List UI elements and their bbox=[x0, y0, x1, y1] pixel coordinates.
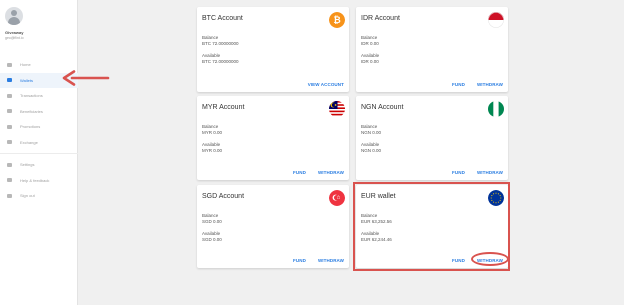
avatar[interactable] bbox=[5, 7, 23, 25]
sidebar-item-promotions[interactable]: Promotions bbox=[0, 119, 78, 135]
available-value: NGN 0.00 bbox=[361, 148, 382, 153]
sidebar-item-beneficiaries[interactable]: Beneficiaries bbox=[0, 104, 78, 120]
withdraw-button[interactable]: WITHDRAW bbox=[318, 170, 344, 175]
withdraw-button[interactable]: WITHDRAW bbox=[477, 170, 503, 175]
balance-label: Balance bbox=[361, 35, 378, 40]
sidebar-item-label: Transactions bbox=[20, 93, 43, 99]
sidebar-item-label: Wallets bbox=[20, 77, 33, 83]
sgd-account-card: SGD Account Balance SGD 0.00 Available S… bbox=[197, 185, 349, 268]
card-title: MYR Account bbox=[202, 104, 245, 111]
sidebar-item-label: Home bbox=[20, 62, 31, 68]
fund-button[interactable]: FUND bbox=[452, 82, 465, 87]
sidebar: Giveaway geo@flint.io Home Wallets Trans… bbox=[0, 0, 78, 305]
sign-out-icon bbox=[6, 193, 12, 199]
sidebar-item-label: Settings bbox=[20, 162, 35, 168]
balance-value: IDR 0.00 bbox=[361, 41, 379, 46]
svg-text:₿: ₿ bbox=[333, 15, 340, 25]
balance-label: Balance bbox=[202, 213, 219, 218]
balance-value: BTC 72.00000000 bbox=[202, 41, 239, 46]
gear-icon bbox=[6, 162, 12, 168]
card-actions: VIEW ACCOUNT bbox=[308, 82, 344, 87]
indonesia-flag-icon bbox=[488, 12, 504, 28]
available-value: BTC 72.00000000 bbox=[202, 59, 239, 64]
sidebar-item-sign-out[interactable]: Sign out bbox=[0, 188, 78, 204]
idr-account-card: IDR Account Balance IDR 0.00 Available I… bbox=[356, 7, 508, 92]
available-value: MYR 0.00 bbox=[202, 148, 223, 153]
card-title: SGD Account bbox=[202, 193, 245, 200]
btc-account-card: BTC Account ₿ Balance BTC 72.00000000 Av… bbox=[197, 7, 349, 92]
available-label: Available bbox=[202, 231, 221, 236]
view-account-button[interactable]: VIEW ACCOUNT bbox=[308, 82, 344, 87]
sidebar-item-label: Promotions bbox=[20, 124, 41, 130]
transactions-icon bbox=[6, 93, 12, 99]
beneficiaries-icon bbox=[6, 108, 12, 114]
promotions-icon bbox=[6, 124, 12, 130]
card-actions: FUND WITHDRAW bbox=[452, 170, 503, 175]
sidebar-item-help[interactable]: Help & feedback bbox=[0, 173, 78, 189]
singapore-flag-icon bbox=[329, 190, 345, 206]
user-name: Giveaway bbox=[5, 30, 24, 35]
available-label: Available bbox=[202, 142, 221, 147]
available-label: Available bbox=[202, 53, 221, 58]
sidebar-item-transactions[interactable]: Transactions bbox=[0, 88, 78, 104]
available-label: Available bbox=[361, 142, 380, 147]
user-email: geo@flint.io bbox=[5, 36, 24, 40]
balance-label: Balance bbox=[202, 35, 219, 40]
annotation-arrow bbox=[62, 70, 110, 86]
annotation-highlight-oval bbox=[471, 252, 509, 266]
sidebar-divider bbox=[0, 153, 78, 154]
card-actions: FUND WITHDRAW bbox=[293, 170, 344, 175]
bitcoin-icon: ₿ bbox=[329, 12, 345, 28]
withdraw-button[interactable]: WITHDRAW bbox=[318, 258, 344, 263]
sidebar-item-label: Exchange bbox=[20, 139, 38, 145]
card-title: NGN Account bbox=[361, 104, 404, 111]
ngn-account-card: NGN Account Balance NGN 0.00 Available N… bbox=[356, 96, 508, 180]
malaysia-flag-icon bbox=[329, 101, 345, 117]
card-title: BTC Account bbox=[202, 15, 243, 22]
balance-label: Balance bbox=[361, 124, 378, 129]
balance-value: NGN 0.00 bbox=[361, 130, 382, 135]
sidebar-item-settings[interactable]: Settings bbox=[0, 157, 78, 173]
fund-button[interactable]: FUND bbox=[293, 170, 306, 175]
balance-label: Balance bbox=[202, 124, 219, 129]
exchange-icon bbox=[6, 139, 12, 145]
fund-button[interactable]: FUND bbox=[452, 170, 465, 175]
nigeria-flag-icon bbox=[488, 101, 504, 117]
card-title: IDR Account bbox=[361, 15, 400, 22]
available-label: Available bbox=[361, 53, 380, 58]
home-icon bbox=[6, 62, 12, 68]
wallet-icon bbox=[6, 77, 12, 83]
sidebar-item-label: Sign out bbox=[20, 193, 35, 199]
card-actions: FUND WITHDRAW bbox=[452, 82, 503, 87]
sidebar-item-label: Help & feedback bbox=[20, 177, 50, 183]
myr-account-card: MYR Account Balance MYR 0.00 Available M… bbox=[197, 96, 349, 180]
sidebar-item-label: Beneficiaries bbox=[20, 108, 43, 114]
help-icon bbox=[6, 177, 12, 183]
available-value: SGD 0.00 bbox=[202, 237, 222, 242]
available-value: IDR 0.00 bbox=[361, 59, 379, 64]
balance-value: MYR 0.00 bbox=[202, 130, 223, 135]
balance-value: SGD 0.00 bbox=[202, 219, 222, 224]
card-actions: FUND WITHDRAW bbox=[293, 258, 344, 263]
withdraw-button[interactable]: WITHDRAW bbox=[477, 82, 503, 87]
fund-button[interactable]: FUND bbox=[293, 258, 306, 263]
sidebar-item-exchange[interactable]: Exchange bbox=[0, 135, 78, 151]
